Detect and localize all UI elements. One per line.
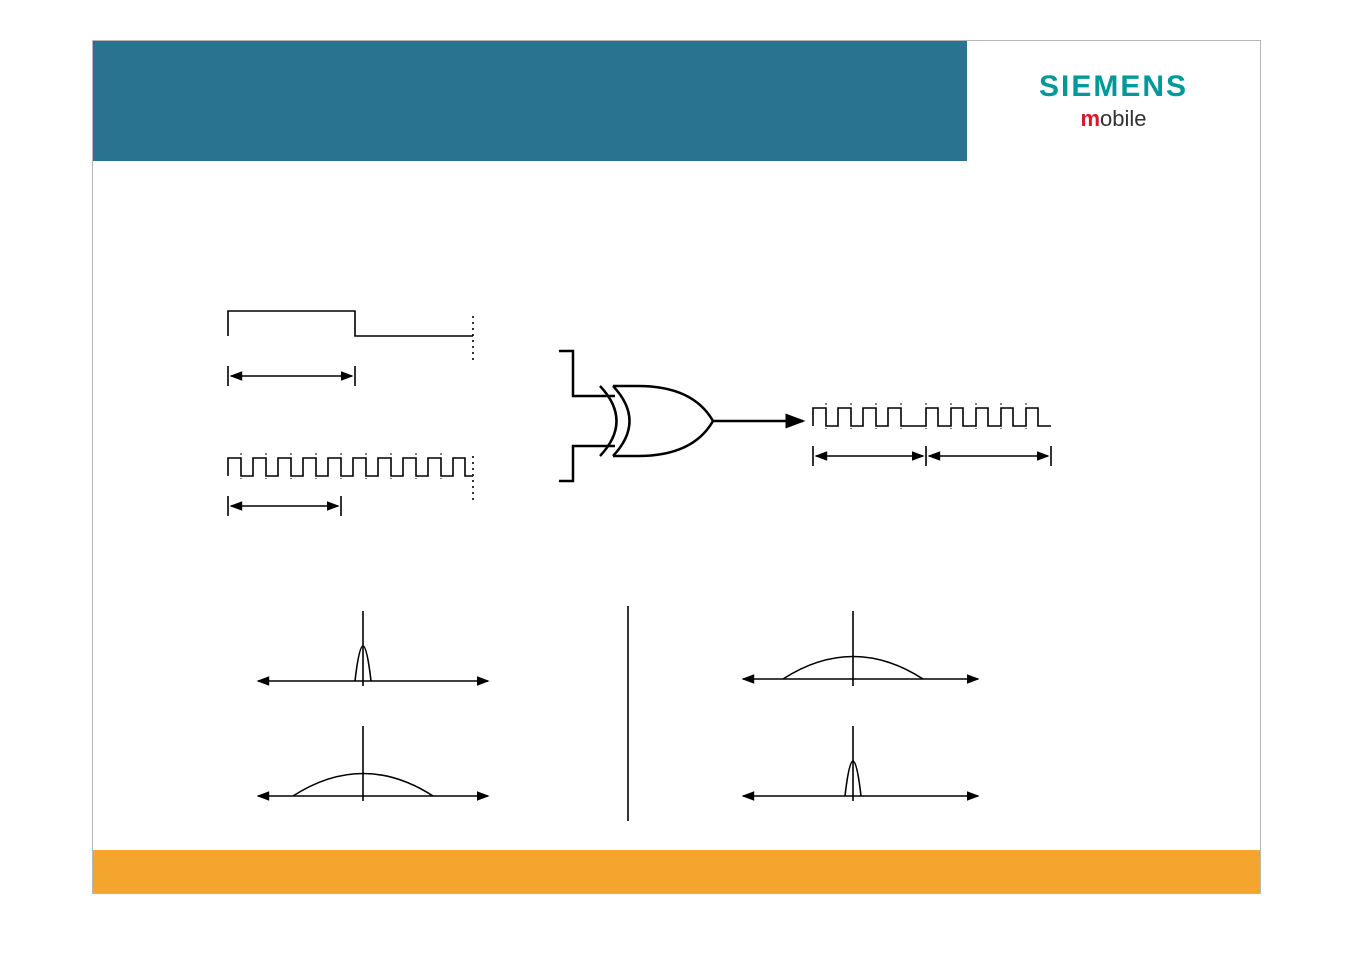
spectrum-rx-input (743, 611, 978, 686)
xor-input-wires (559, 351, 615, 481)
page: SIEMENS mobile (0, 0, 1351, 954)
spectrum-tx-data (258, 611, 488, 686)
slide-header: SIEMENS mobile (93, 41, 1260, 161)
input-data-waveform (228, 311, 473, 386)
input-code-waveform (228, 453, 473, 516)
spread-spectrum-diagram (93, 161, 1260, 850)
brand-subname: mobile (1080, 106, 1146, 132)
output-spread-waveform (813, 403, 1051, 466)
spectra-group (258, 606, 978, 821)
spectrum-rx-output (743, 726, 978, 801)
slide-footer-bar (93, 850, 1260, 893)
brand-sub-rest: obile (1100, 106, 1146, 131)
diagram-area (93, 161, 1260, 850)
brand-sub-prefix: m (1080, 106, 1100, 131)
brand-block: SIEMENS mobile (967, 41, 1260, 161)
slide: SIEMENS mobile (92, 40, 1261, 894)
xor-gate-icon (600, 386, 803, 456)
spectrum-tx-code (258, 726, 488, 801)
brand-name: SIEMENS (1039, 70, 1188, 104)
header-title-bar (93, 41, 967, 161)
